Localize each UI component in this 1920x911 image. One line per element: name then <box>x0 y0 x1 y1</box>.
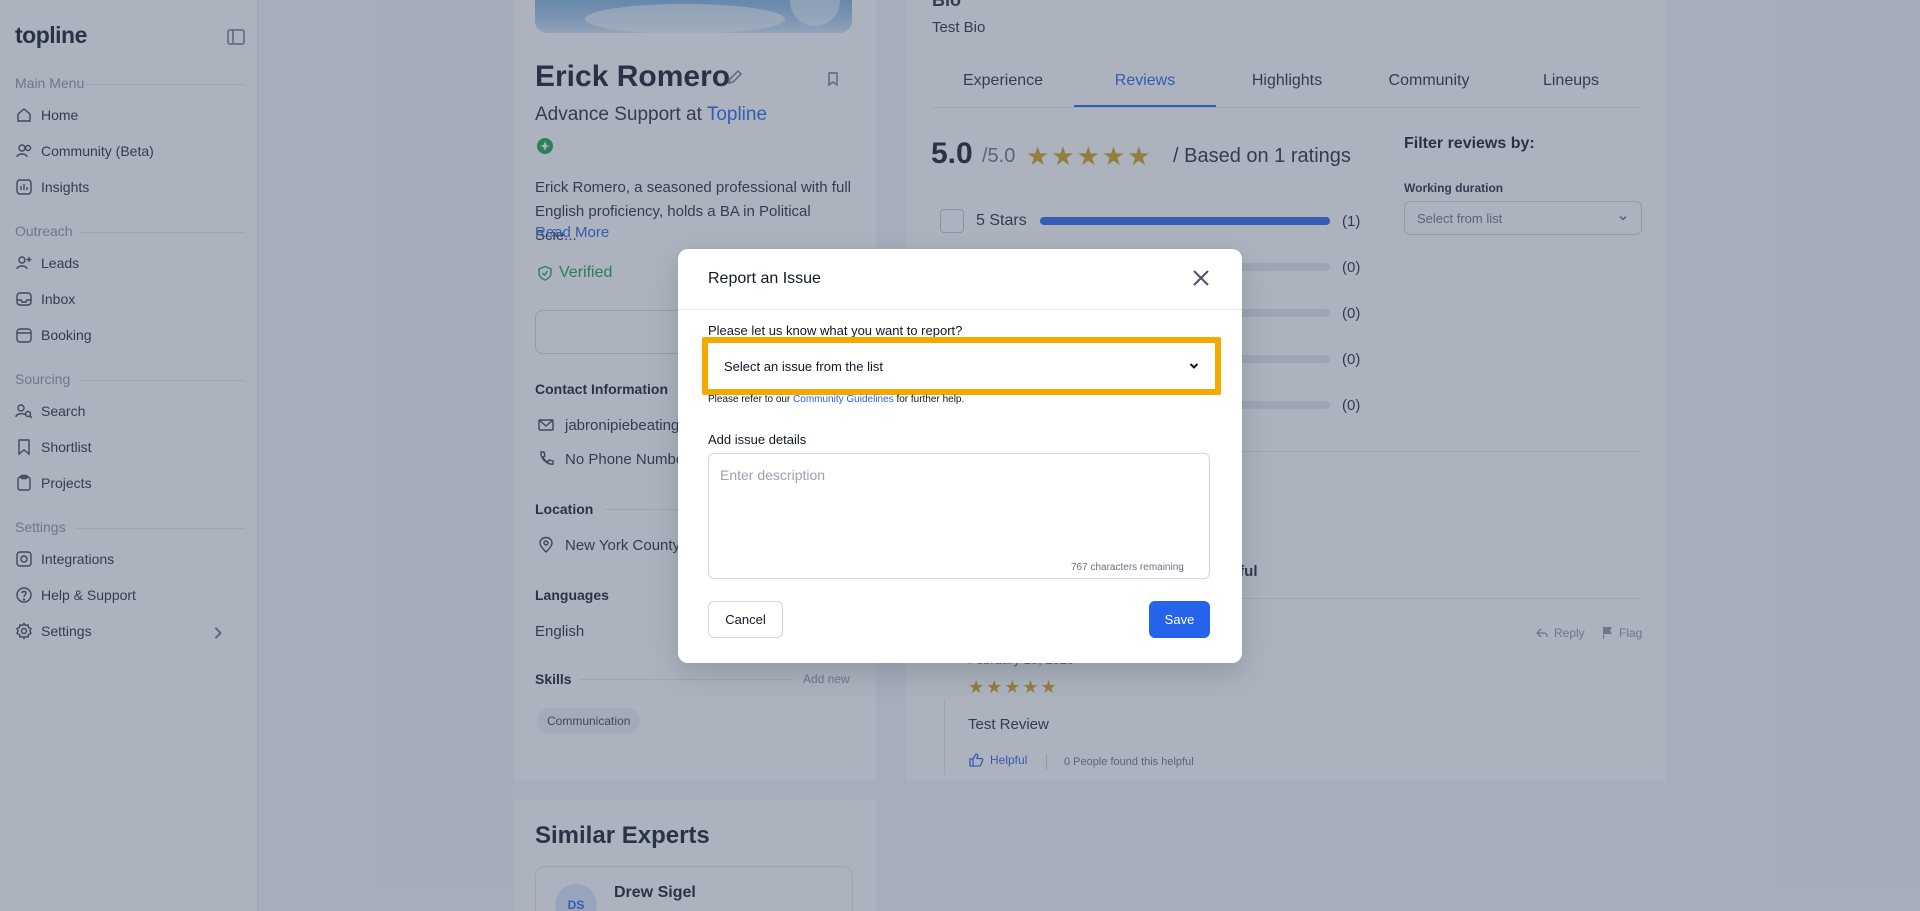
save-button[interactable]: Save <box>1149 601 1210 638</box>
chevron-down-icon <box>1189 363 1199 369</box>
modal-title: Report an Issue <box>708 270 821 287</box>
guidelines-prefix: Please refer to our <box>708 394 791 405</box>
issue-type-select[interactable]: Select an issue from the list <box>710 345 1213 387</box>
description-placeholder: Enter description <box>720 467 826 483</box>
report-question-label: Please let us know what you want to repo… <box>708 323 963 338</box>
issue-select-value: Select an issue from the list <box>724 358 883 374</box>
guidelines-note: Please refer to our Community Guidelines… <box>708 394 964 405</box>
char-count: 767 characters remaining <box>1071 562 1184 573</box>
community-guidelines-link[interactable]: Community Guidelines <box>793 394 894 405</box>
guidelines-suffix: for further help. <box>896 394 965 405</box>
issue-details-label: Add issue details <box>708 432 807 447</box>
close-icon[interactable] <box>1189 266 1213 290</box>
cancel-button[interactable]: Cancel <box>708 601 783 638</box>
report-issue-modal: Report an Issue Please let us know what … <box>678 249 1242 663</box>
divider <box>678 309 1242 310</box>
